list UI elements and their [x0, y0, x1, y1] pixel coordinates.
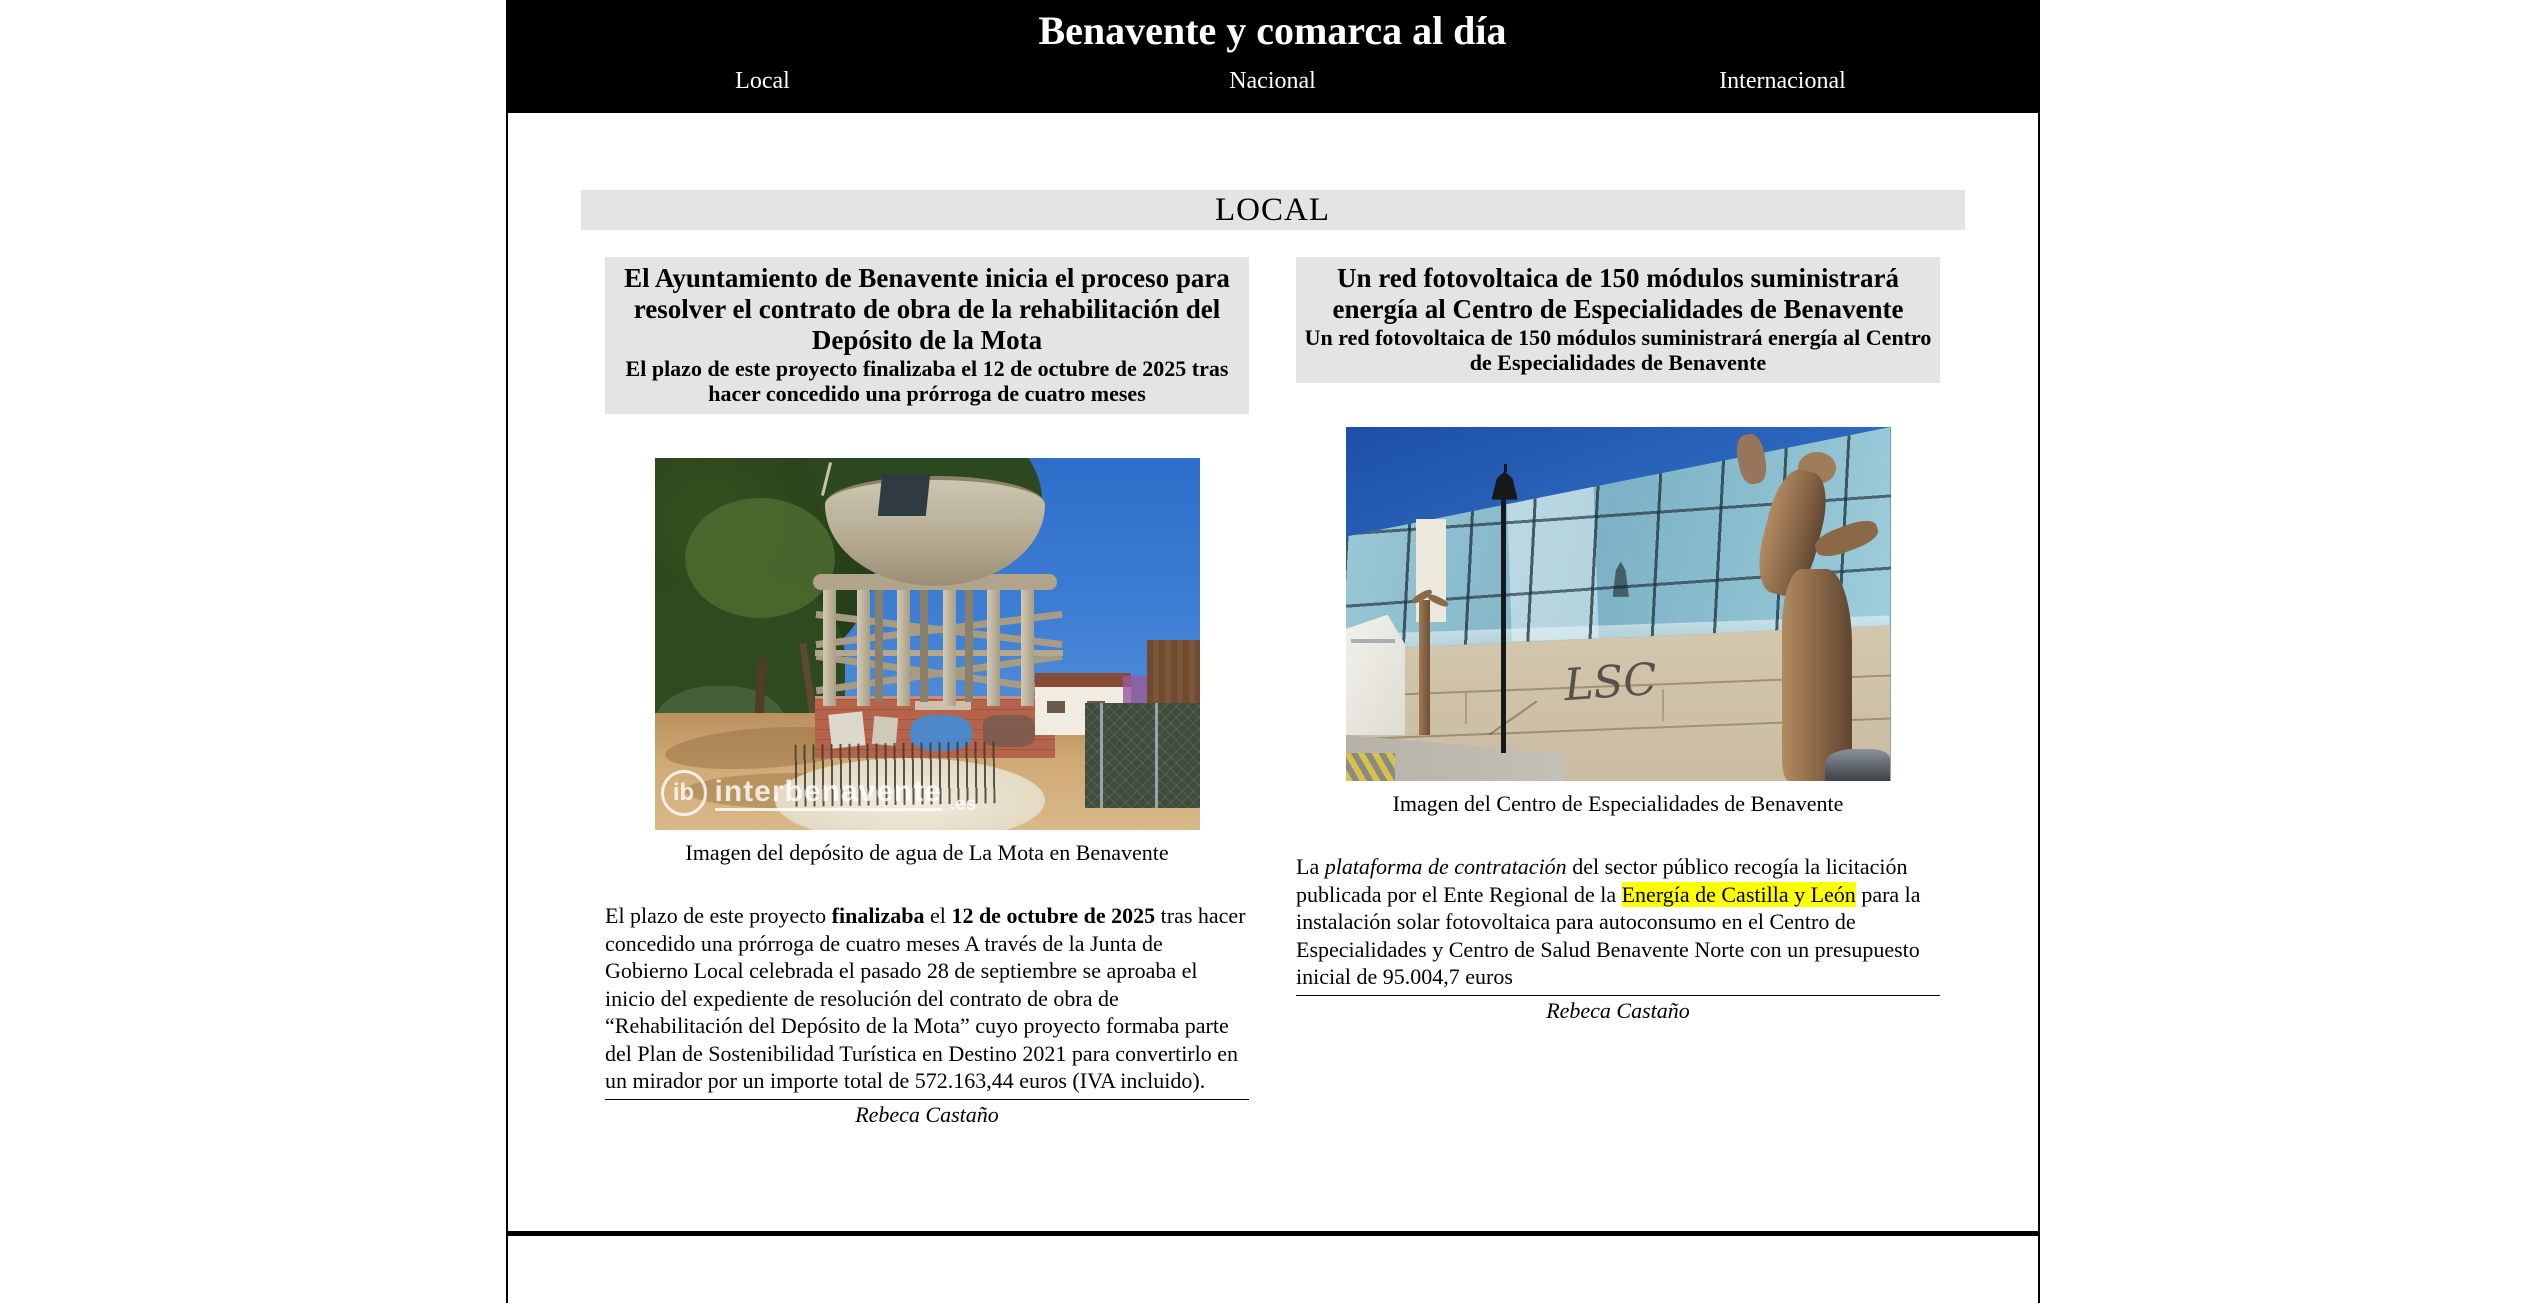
body-text-segment: tras hacer concedido una prórroga de cua…: [605, 903, 1246, 1093]
body-text-segment: El plazo de este proyecto: [605, 903, 832, 928]
author-divider: [605, 1099, 1249, 1100]
article-figure: LSC Ima: [1296, 427, 1940, 817]
tower-pillar: [857, 588, 870, 706]
watermark-logo-icon: ib: [661, 770, 707, 816]
tank-opening: [877, 474, 929, 516]
author-byline: Rebeca Castaño: [1296, 998, 1940, 1024]
parked-car: [1825, 749, 1890, 781]
article-body: La plataforma de contratación del sector…: [1296, 853, 1940, 991]
highlighted-text: Energía de Castilla y León: [1622, 882, 1856, 907]
bold-text: 12 de octubre de 2025: [951, 903, 1155, 928]
article-subtitle: Un red fotovoltaica de 150 módulos sumin…: [1300, 325, 1936, 375]
tower-pillar-back: [965, 590, 973, 702]
tower-pillar: [987, 588, 1000, 706]
section-header-local: LOCAL: [581, 190, 1965, 230]
water-tank: [825, 476, 1045, 586]
watermark: ib interbenavente .es: [661, 770, 977, 816]
tower-pillar: [897, 588, 910, 706]
article-deposito-mota: El Ayuntamiento de Benavente inicia el p…: [605, 257, 1249, 1128]
tower-pillar-back: [875, 590, 883, 702]
article-body: El plazo de este proyecto finalizaba el …: [605, 902, 1249, 1095]
tower-pillar: [943, 588, 956, 706]
fence-pole: [1100, 703, 1103, 808]
body-text-segment: La: [1296, 854, 1325, 879]
house-window: [1047, 701, 1065, 713]
deposito-photo: ib interbenavente .es: [655, 458, 1200, 830]
body-text-segment: el: [925, 903, 952, 928]
image-caption: Imagen del depósito de agua de La Mota e…: [605, 840, 1249, 866]
article-figure: ib interbenavente .es Imagen del depósit…: [605, 458, 1249, 866]
author-divider: [1296, 995, 1940, 996]
article-subtitle: El plazo de este proyecto finalizaba el …: [609, 356, 1245, 406]
nav-item-internacional[interactable]: Internacional: [1528, 68, 2038, 95]
headline-block: Un red fotovoltaica de 150 módulos sumin…: [1296, 257, 1940, 383]
graffiti-poster: [871, 716, 897, 746]
stone-joint: [1465, 693, 1467, 725]
water-tower: [805, 458, 1065, 718]
small-tree-trunk: [1419, 600, 1430, 735]
fence-pole: [1155, 703, 1158, 808]
page-container: Benavente y comarca al día Local Naciona…: [506, 0, 2040, 1303]
section-divider: [508, 1231, 2038, 1236]
italic-text: plataforma de contratación: [1325, 854, 1567, 879]
tree-trunk-base: [1782, 569, 1853, 781]
tower-pillar: [823, 588, 836, 706]
watermark-tld: .es: [950, 794, 976, 816]
centro-especialidades-photo: LSC: [1346, 427, 1891, 781]
tower-pillar-back: [920, 590, 928, 702]
white-tent: [1346, 615, 1406, 735]
bold-text: finalizaba: [832, 903, 925, 928]
nav-item-nacional[interactable]: Nacional: [1018, 68, 1528, 95]
watermark-text: interbenavente: [715, 776, 942, 811]
tent-lettering: [1351, 639, 1395, 643]
headline-block: El Ayuntamiento de Benavente inicia el p…: [605, 257, 1249, 414]
main-nav: Local Nacional Internacional: [508, 68, 2038, 95]
article-fotovoltaica: Un red fotovoltaica de 150 módulos sumin…: [1296, 257, 1940, 1024]
stone-joint: [1662, 689, 1664, 721]
masthead: Benavente y comarca al día Local Naciona…: [508, 0, 2038, 113]
nav-item-local[interactable]: Local: [508, 68, 1018, 95]
street-lamp-post: [1501, 498, 1506, 753]
tank-ladder: [820, 462, 831, 496]
street-lamp-finial: [1504, 464, 1507, 472]
tower-pillar: [1021, 588, 1034, 706]
graffiti-text: LSC: [1562, 657, 1658, 707]
articles-grid: El Ayuntamiento de Benavente inicia el p…: [508, 257, 2038, 1128]
image-caption: Imagen del Centro de Especialidades de B…: [1296, 791, 1940, 817]
author-byline: Rebeca Castaño: [605, 1102, 1249, 1128]
article-title: El Ayuntamiento de Benavente inicia el p…: [609, 263, 1245, 356]
site-title: Benavente y comarca al día: [508, 0, 2038, 54]
article-title: Un red fotovoltaica de 150 módulos sumin…: [1300, 263, 1936, 325]
curb-markings: [1346, 753, 1395, 781]
